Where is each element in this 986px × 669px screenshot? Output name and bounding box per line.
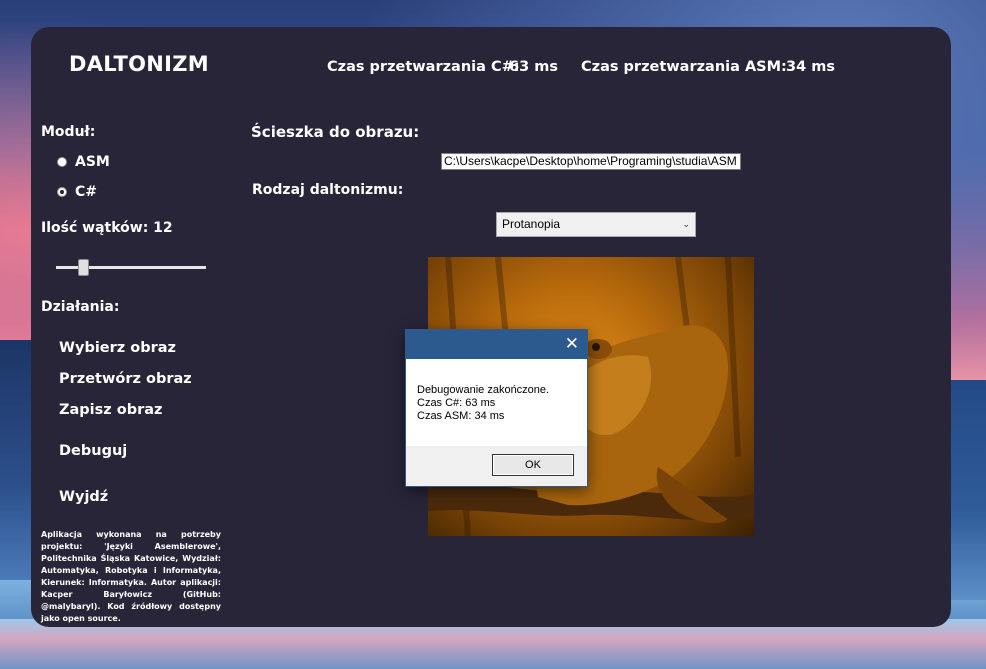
csharp-time-label: Czas przetwarzania C#: <box>327 59 520 75</box>
asm-time-value: 34 ms <box>786 59 835 75</box>
app-title: DALTONIZM <box>69 52 209 76</box>
colorblind-type-select[interactable]: Protanopia ⌄ <box>496 212 696 237</box>
threads-slider-thumb[interactable] <box>78 259 89 276</box>
asm-radio[interactable] <box>57 157 67 167</box>
module-option-csharp[interactable]: C# <box>57 184 97 200</box>
footer-credits: Aplikacja wykonana na potrzeby projektu:… <box>41 530 221 623</box>
save-image-button[interactable]: Zapisz obraz <box>59 402 162 418</box>
image-path-input[interactable]: C:\Users\kacpe\Desktop\home\Programing\s… <box>441 153 741 170</box>
dialog-message: Debugowanie zakończone. Czas C#: 63 ms C… <box>406 359 587 446</box>
module-label: Moduł: <box>41 124 96 140</box>
dialog-line-asm-time: Czas ASM: 34 ms <box>417 410 505 422</box>
dialog-line-csharp-time: Czas C#: 63 ms <box>417 397 496 409</box>
asm-radio-label[interactable]: ASM <box>75 154 110 170</box>
module-option-asm[interactable]: ASM <box>57 154 110 170</box>
debug-dialog: ✕ Debugowanie zakończone. Czas C#: 63 ms… <box>405 329 588 487</box>
asm-time-label: Czas przetwarzania ASM: <box>581 59 787 75</box>
exit-button[interactable]: Wyjdź <box>59 489 108 505</box>
dialog-footer: OK <box>406 446 587 486</box>
choose-image-button[interactable]: Wybierz obraz <box>59 340 176 356</box>
actions-label: Działania: <box>41 299 120 315</box>
csharp-radio[interactable] <box>57 187 67 197</box>
csharp-time-value: 63 ms <box>509 59 558 75</box>
dialog-line-status: Debugowanie zakończone. <box>417 384 550 396</box>
csharp-radio-label[interactable]: C# <box>75 184 97 200</box>
image-path-label: Ścieszka do obrazu: <box>251 123 420 141</box>
close-icon[interactable]: ✕ <box>565 334 579 354</box>
colorblind-type-label: Rodzaj daltonizmu: <box>252 182 404 198</box>
process-image-button[interactable]: Przetwórz obraz <box>59 371 192 387</box>
chevron-down-icon: ⌄ <box>682 219 690 229</box>
debug-button[interactable]: Debuguj <box>59 443 127 459</box>
dialog-titlebar: ✕ <box>406 330 587 359</box>
ok-button[interactable]: OK <box>492 454 574 476</box>
app-window: DALTONIZM Czas przetwarzania C#: 63 ms C… <box>31 27 951 627</box>
colorblind-type-value: Protanopia <box>502 217 561 231</box>
threads-label: Ilość wątków: 12 <box>41 220 173 236</box>
background-trees-right <box>946 380 986 600</box>
